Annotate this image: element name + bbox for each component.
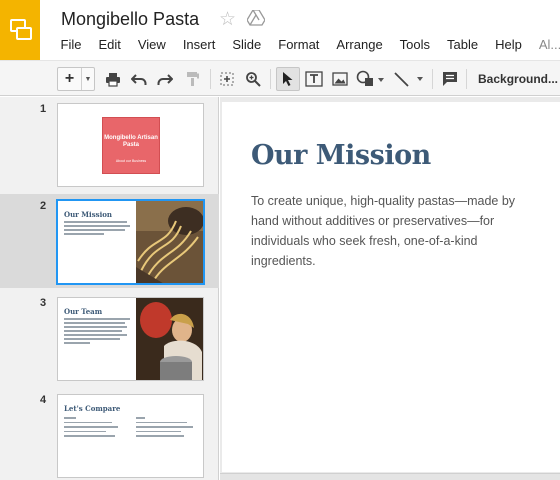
menu-all-changes[interactable]: Al... bbox=[530, 36, 560, 54]
line-icon bbox=[394, 72, 423, 87]
line-button[interactable] bbox=[390, 67, 426, 91]
header: Mongibello Pasta ☆ File Edit View Insert… bbox=[0, 0, 560, 60]
pasta-photo bbox=[136, 201, 203, 283]
print-icon bbox=[106, 72, 120, 87]
menu-edit[interactable]: Edit bbox=[90, 36, 129, 54]
new-slide-label: + bbox=[58, 68, 82, 90]
undo-button[interactable] bbox=[128, 67, 150, 91]
filmstrip-slide-3[interactable]: 3 Our Team bbox=[0, 291, 219, 385]
slide-title[interactable]: Our Mission bbox=[251, 140, 431, 171]
toolbar-divider bbox=[270, 69, 271, 89]
filmstrip-slide-4[interactable]: 4 Let's Compare bbox=[0, 388, 219, 480]
menu-file[interactable]: File bbox=[52, 36, 90, 54]
thumbnail-text-lines bbox=[64, 318, 130, 346]
thumbnail-subtitle: About our Business bbox=[115, 159, 147, 163]
comment-button[interactable] bbox=[439, 67, 461, 91]
slide-number: 3 bbox=[40, 297, 47, 309]
thumbnail-title: Mongibello Artisan Pasta bbox=[104, 135, 158, 148]
menu-help[interactable]: Help bbox=[487, 36, 531, 54]
star-icon[interactable]: ☆ bbox=[219, 8, 236, 31]
paint-format-button[interactable] bbox=[182, 67, 204, 91]
current-slide[interactable]: Our Mission To create unique, high-quali… bbox=[222, 102, 560, 472]
menu-arrange[interactable]: Arrange bbox=[328, 36, 391, 54]
menu-bar: File Edit View Insert Slide Format Arran… bbox=[52, 36, 560, 54]
menu-insert[interactable]: Insert bbox=[174, 36, 224, 54]
text-box-icon bbox=[305, 71, 323, 87]
horizontal-scrollbar[interactable] bbox=[220, 473, 560, 480]
zoom-fit-icon bbox=[220, 72, 234, 86]
filmstrip-slide-1[interactable]: 1 Mongibello Artisan Pasta About our Bus… bbox=[0, 97, 219, 191]
menu-view[interactable]: View bbox=[129, 36, 174, 54]
paint-format-icon bbox=[187, 72, 199, 86]
slide-thumbnail[interactable]: Our Mission bbox=[56, 199, 205, 285]
slide-thumbnail[interactable]: Our Team bbox=[57, 297, 204, 381]
shape-icon bbox=[356, 70, 384, 86]
toolbar-divider bbox=[432, 69, 433, 89]
select-icon bbox=[283, 72, 293, 86]
slide-filmstrip: 1 Mongibello Artisan Pasta About our Bus… bbox=[0, 97, 219, 480]
slide-editor: Our Mission To create unique, high-quali… bbox=[220, 97, 560, 480]
slide-number: 2 bbox=[40, 200, 47, 212]
menu-table[interactable]: Table bbox=[439, 36, 487, 54]
slide-number: 1 bbox=[40, 103, 47, 115]
menu-tools[interactable]: Tools bbox=[391, 36, 438, 54]
image-button[interactable] bbox=[329, 67, 351, 91]
filmstrip-slide-2[interactable]: 2 Our Mission bbox=[0, 194, 219, 288]
redo-icon bbox=[157, 73, 173, 85]
zoom-icon bbox=[246, 72, 261, 87]
slide-number: 4 bbox=[40, 394, 47, 406]
slide-body-text[interactable]: To create unique, high-quality pastas—ma… bbox=[251, 191, 527, 271]
menu-slide[interactable]: Slide bbox=[224, 36, 270, 54]
text-box-button[interactable] bbox=[303, 67, 325, 91]
print-button[interactable] bbox=[102, 67, 124, 91]
thumbnail-title: Let's Compare bbox=[64, 404, 121, 413]
select-tool-button[interactable] bbox=[276, 67, 300, 91]
slide-thumbnail[interactable]: Mongibello Artisan Pasta About our Busin… bbox=[57, 103, 204, 187]
toolbar-divider bbox=[210, 69, 211, 89]
menu-format[interactable]: Format bbox=[270, 36, 328, 54]
slides-app: Mongibello Pasta ☆ File Edit View Insert… bbox=[0, 0, 560, 480]
chevron-down-icon[interactable]: ▼ bbox=[82, 76, 94, 83]
undo-icon bbox=[131, 73, 147, 85]
thumbnail-title: Our Mission bbox=[64, 210, 113, 219]
team-photo bbox=[136, 298, 203, 380]
slide-thumbnail[interactable]: Let's Compare bbox=[57, 394, 204, 478]
new-slide-button[interactable]: + ▼ bbox=[57, 67, 95, 91]
comment-icon bbox=[443, 72, 457, 86]
toolbar: + ▼ Background... bbox=[0, 60, 560, 96]
document-title[interactable]: Mongibello Pasta bbox=[61, 9, 199, 30]
thumbnail-text-lines bbox=[64, 221, 130, 237]
redo-button[interactable] bbox=[154, 67, 176, 91]
image-icon bbox=[332, 72, 348, 86]
shape-button[interactable] bbox=[353, 67, 387, 91]
zoom-button[interactable] bbox=[242, 67, 264, 91]
thumbnail-title: Our Team bbox=[64, 307, 103, 316]
slides-logo-icon bbox=[10, 19, 32, 40]
slides-logo[interactable] bbox=[0, 0, 40, 60]
zoom-fit-button[interactable] bbox=[216, 67, 238, 91]
drive-icon[interactable] bbox=[247, 10, 265, 26]
title-card: Mongibello Artisan Pasta About our Busin… bbox=[102, 117, 160, 174]
background-button[interactable]: Background... bbox=[470, 67, 560, 91]
toolbar-divider bbox=[466, 69, 467, 89]
